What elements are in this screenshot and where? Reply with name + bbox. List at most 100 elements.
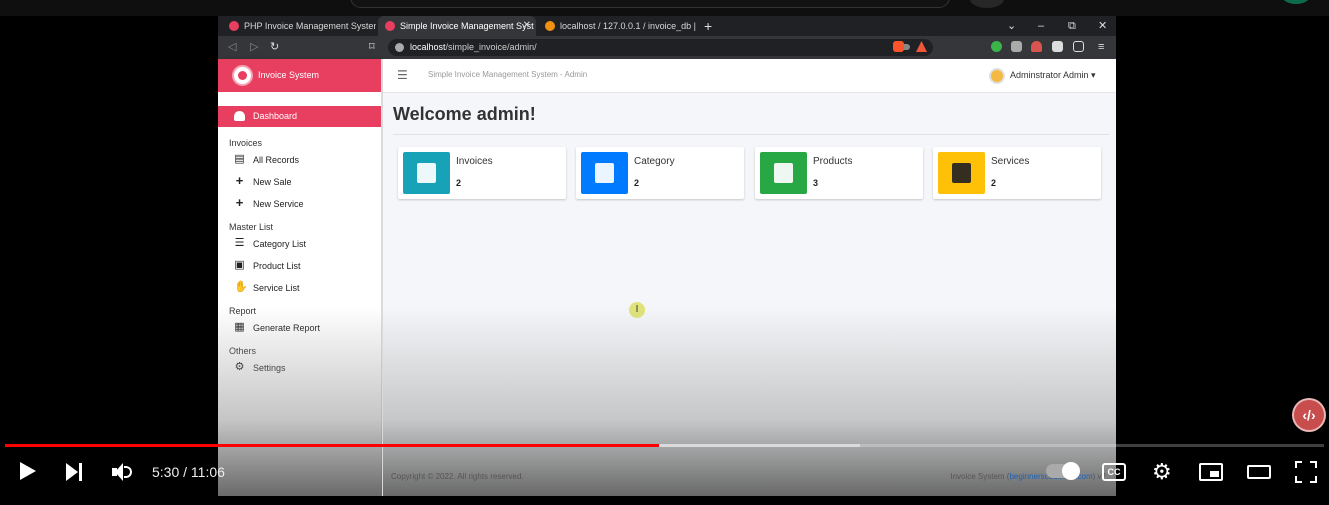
divider	[393, 134, 1109, 135]
user-menu[interactable]: Adminstrator Admin ▾	[1010, 70, 1096, 81]
sidebar-section-heading: Master List	[229, 222, 274, 232]
dashboard-icon	[234, 111, 245, 121]
stat-card-title: Invoices	[456, 156, 493, 167]
play-icon[interactable]	[20, 462, 36, 480]
tab-search-icon[interactable]: ⌄	[1007, 16, 1016, 36]
stat-card-value: 2	[634, 178, 640, 188]
stat-card-products[interactable]: Products 3	[755, 147, 923, 199]
theater-mode-icon[interactable]	[1247, 465, 1271, 479]
sidebar-item-category-list[interactable]: ☰ Category List	[218, 233, 381, 255]
app-title: Simple Invoice Management System - Admin	[428, 70, 588, 79]
video-shadow-overlay	[218, 306, 382, 496]
autoplay-toggle[interactable]	[1046, 462, 1080, 480]
favicon-icon	[229, 21, 239, 31]
tab-php-invoice[interactable]: PHP Invoice Management System Pro	[222, 16, 376, 36]
browser-window: PHP Invoice Management System Pro Simple…	[218, 16, 1116, 496]
tab-bar: PHP Invoice Management System Pro Simple…	[218, 16, 1116, 36]
top-navbar: ☰ Simple Invoice Management System - Adm…	[383, 59, 1116, 93]
stat-card-category[interactable]: Category 2	[576, 147, 744, 199]
sidebar-item-new-service[interactable]: + New Service	[218, 193, 381, 215]
close-window-icon[interactable]: ✕	[1098, 16, 1107, 36]
stat-card-title: Products	[813, 156, 853, 167]
puzzle-icon[interactable]	[1052, 41, 1063, 52]
icon-glyph	[595, 163, 614, 183]
video-player[interactable]: PHP Invoice Management System Pro Simple…	[0, 0, 1329, 505]
icon-glyph	[417, 163, 436, 183]
tab-label: PHP Invoice Management System Pro	[244, 21, 376, 31]
sidebar-item-label: New Service	[253, 199, 304, 209]
plus-icon: +	[235, 195, 244, 210]
channel-watermark[interactable]: ‹/›	[1292, 398, 1326, 432]
volume-icon[interactable]	[112, 463, 134, 481]
camera-extension-icon[interactable]	[1011, 41, 1022, 52]
tab-label: Simple Invoice Management Syst	[400, 21, 534, 31]
plus-icon: +	[235, 173, 244, 188]
tab-phpmyadmin[interactable]: localhost / 127.0.0.1 / invoice_db | php	[538, 16, 696, 36]
file-icon: ▤	[234, 153, 245, 165]
sidebar: Invoice System Dashboard Invoices ▤ All Re…	[218, 59, 382, 496]
hamburger-menu-icon[interactable]: ☰	[397, 68, 408, 82]
reload-icon[interactable]: ↻	[270, 39, 279, 56]
sidebar-item-label: All Records	[253, 155, 300, 165]
close-tab-icon[interactable]: ✕	[523, 16, 531, 36]
sidebar-item-label: Service List	[253, 283, 300, 293]
site-info-icon[interactable]	[395, 43, 404, 52]
next-icon[interactable]	[66, 463, 84, 481]
sidebar-item-service-list[interactable]: ✋ Service List	[218, 277, 381, 299]
credit-prefix: Invoice System (	[950, 472, 1010, 481]
time-display: 5:30 / 11:06	[152, 464, 225, 480]
brave-shield-icon[interactable]	[893, 41, 904, 52]
fullscreen-icon[interactable]	[1295, 461, 1317, 483]
sidebar-item-label: Dashboard	[253, 111, 298, 121]
main-content: ☰ Simple Invoice Management System - Adm…	[383, 59, 1116, 496]
bookmark-icon[interactable]: ⌑	[369, 39, 375, 56]
progress-played	[5, 444, 660, 447]
stat-card-value: 2	[456, 178, 462, 188]
list-icon: ☰	[234, 237, 245, 249]
url-host: localhost	[410, 42, 446, 52]
sidebar-item-label: New Sale	[253, 177, 292, 187]
footer: Copyright © 2022. All rights reserved. I…	[383, 472, 1116, 486]
minimize-icon[interactable]: –	[1038, 16, 1044, 36]
youtube-top-bar	[0, 0, 1329, 16]
sidebar-item-label: Product List	[253, 261, 301, 271]
url-input[interactable]: localhost/simple_invoice/admin/	[388, 39, 933, 56]
credit-text: Invoice System (beginnerscodehub.com) v2	[950, 472, 1106, 481]
stat-card-title: Category	[634, 156, 675, 167]
user-avatar[interactable]	[989, 68, 1005, 84]
brand-header[interactable]: Invoice System	[218, 59, 381, 92]
stat-card-value: 2	[991, 178, 997, 188]
sidebar-item-new-sale[interactable]: + New Sale	[218, 171, 381, 193]
table-list-icon	[581, 152, 628, 194]
account-avatar[interactable]	[1282, 0, 1310, 4]
favicon-icon	[385, 21, 395, 31]
miniplayer-icon[interactable]	[1199, 463, 1223, 481]
extension-icon[interactable]	[1031, 41, 1042, 52]
sidebar-item-label: Category List	[253, 239, 307, 249]
handshake-icon	[938, 152, 985, 194]
sidebar-section-heading: Invoices	[229, 138, 263, 148]
url-path: /simple_invoice/admin/	[445, 42, 537, 52]
subtitles-button[interactable]: CC	[1102, 463, 1126, 481]
mic-button[interactable]	[970, 0, 1004, 8]
icon-glyph	[774, 163, 793, 183]
sidebar-item-all-records[interactable]: ▤ All Records	[218, 149, 381, 171]
stat-card-invoices[interactable]: Invoices 2	[398, 147, 566, 199]
sidebar-item-dashboard[interactable]: Dashboard	[218, 106, 381, 127]
wallet-icon[interactable]	[1073, 41, 1084, 52]
new-tab-button[interactable]: +	[704, 16, 712, 36]
video-shadow-overlay	[383, 306, 1116, 496]
settings-gear-icon[interactable]: ⚙	[1152, 461, 1172, 483]
back-icon[interactable]: ◁	[228, 39, 236, 56]
tab-simple-invoice[interactable]: Simple Invoice Management Syst ✕	[378, 16, 536, 36]
stat-card-services[interactable]: Services 2	[933, 147, 1101, 199]
menu-icon[interactable]: ≡	[1098, 39, 1104, 56]
stat-card-title: Services	[991, 156, 1030, 167]
grammarly-icon[interactable]	[991, 41, 1002, 52]
forward-icon[interactable]: ▷	[250, 39, 258, 56]
file-invoice-icon	[403, 152, 450, 194]
search-box[interactable]	[350, 0, 950, 8]
sidebar-item-product-list[interactable]: ▣ Product List	[218, 255, 381, 277]
restore-icon[interactable]: ⧉	[1068, 16, 1076, 36]
box-icon: ▣	[234, 259, 245, 271]
